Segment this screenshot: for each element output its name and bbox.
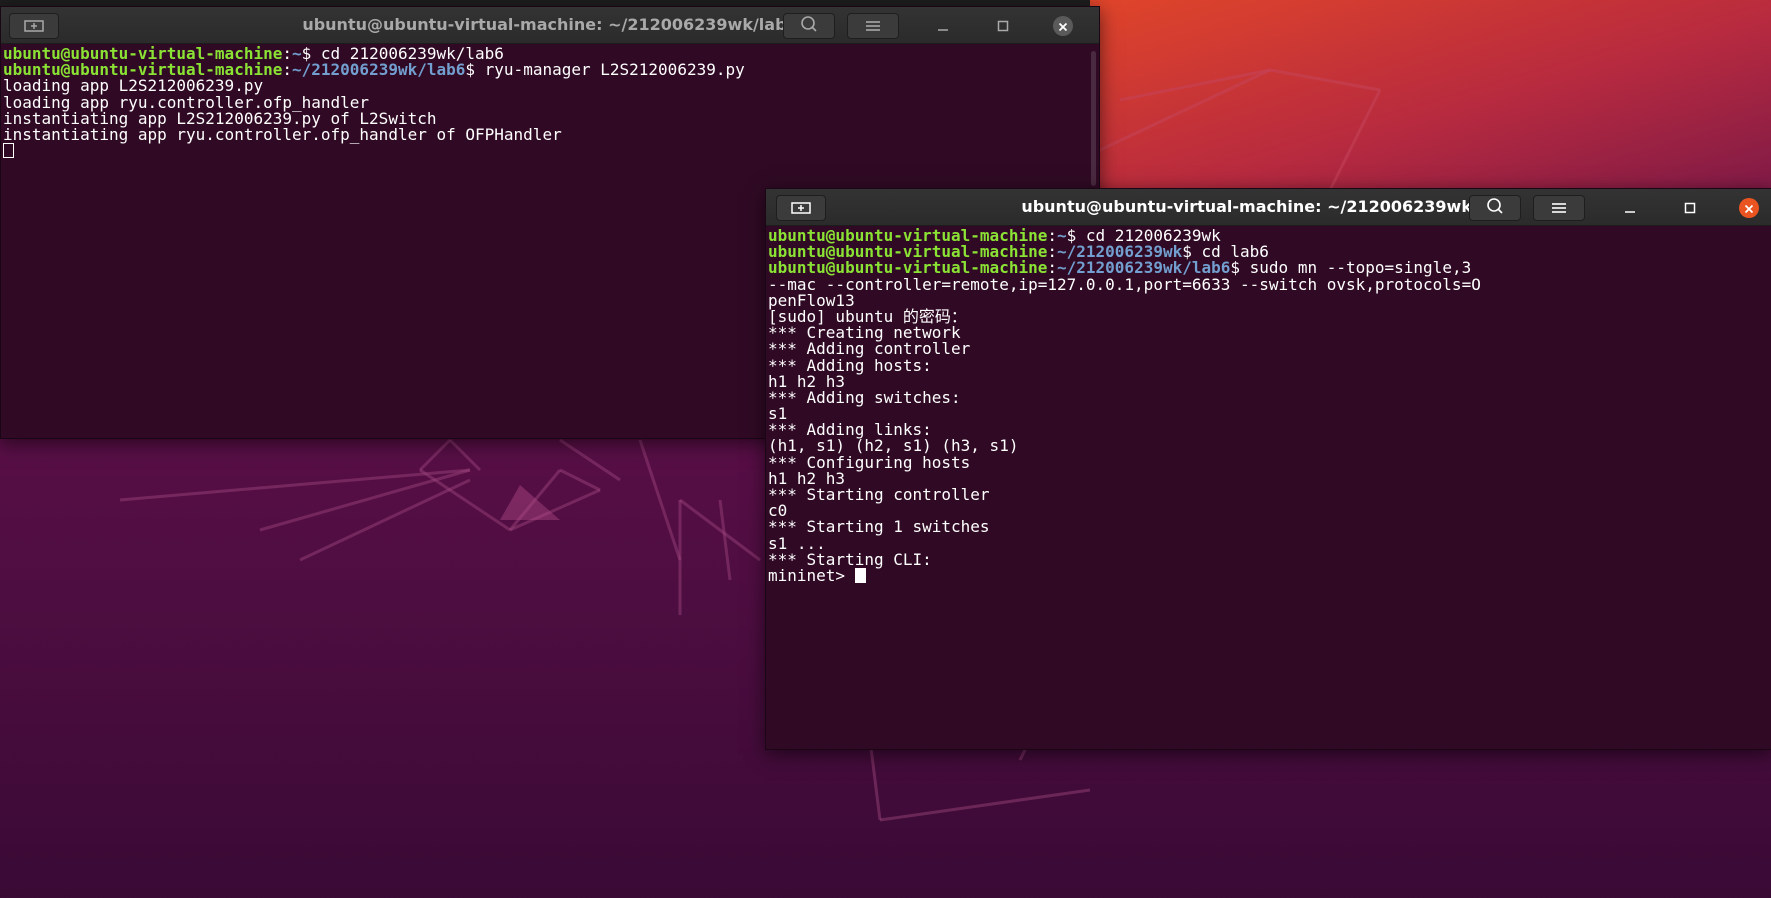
hamburger-menu-icon (1551, 199, 1567, 218)
maximize-icon (997, 17, 1009, 36)
text-cursor (854, 567, 866, 583)
command-text: $ ryu-manager L2S212006239.py (465, 60, 745, 80)
output-text: *** Starting controller (768, 485, 990, 504)
terminal-line: *** Configuring hosts (768, 454, 1771, 471)
terminal-line: instantiating app ryu.controller.ofp_han… (3, 124, 1099, 144)
minimize-button[interactable] (930, 13, 956, 39)
terminal-line: --mac --controller=remote,ip=127.0.0.1,p… (768, 274, 1771, 294)
output-text: --mac --controller=remote,ip=127.0.0.1,p… (768, 274, 1481, 294)
new-tab-icon (24, 17, 44, 36)
close-icon (1744, 199, 1754, 218)
new-tab-button[interactable] (9, 13, 59, 39)
output-text: instantiating app ryu.controller.ofp_han… (3, 124, 562, 144)
titlebar[interactable]: ubuntu@ubuntu-virtual-machine: ~/2120062… (766, 189, 1771, 226)
close-button[interactable] (1050, 13, 1076, 39)
minimize-button[interactable] (1617, 195, 1643, 221)
prompt-separator: : (282, 60, 292, 80)
search-button[interactable] (783, 13, 835, 39)
hamburger-menu-icon (865, 17, 881, 36)
titlebar[interactable]: ubuntu@ubuntu-virtual-machine: ~/2120062… (1, 7, 1099, 44)
minimize-icon (1624, 199, 1636, 218)
new-tab-button[interactable] (776, 195, 826, 221)
terminal-line: *** Starting CLI: (768, 551, 1771, 568)
maximize-button[interactable] (990, 13, 1016, 39)
new-tab-icon (791, 199, 811, 218)
maximize-icon (1684, 199, 1696, 218)
terminal-line: *** Adding switches: (768, 387, 1771, 407)
prompt-path: ~/212006239wk/lab6 (292, 60, 466, 80)
close-button[interactable] (1736, 195, 1762, 221)
close-icon (1058, 17, 1068, 36)
search-icon (800, 15, 818, 37)
terminal-line: mininet> (768, 565, 1771, 585)
terminal-output[interactable]: ubuntu@ubuntu-virtual-machine:~$ cd 2120… (766, 226, 1771, 749)
minimize-icon (937, 17, 949, 36)
maximize-button[interactable] (1677, 195, 1703, 221)
terminal-line: *** Starting controller (768, 485, 1771, 504)
output-text: mininet> (768, 565, 855, 585)
terminal-line: *** Adding hosts: (768, 357, 1771, 374)
output-text: *** Adding switches: (768, 387, 961, 407)
search-button[interactable] (1469, 195, 1521, 221)
search-icon (1486, 197, 1504, 219)
menu-button[interactable] (847, 13, 899, 39)
menu-button[interactable] (1533, 195, 1585, 221)
terminal-line (3, 143, 1099, 159)
terminal-line: *** Starting 1 switches (768, 519, 1771, 535)
text-cursor (3, 143, 14, 159)
terminal-window-mininet[interactable]: ubuntu@ubuntu-virtual-machine: ~/2120062… (765, 188, 1771, 750)
scrollbar[interactable] (1091, 51, 1096, 186)
